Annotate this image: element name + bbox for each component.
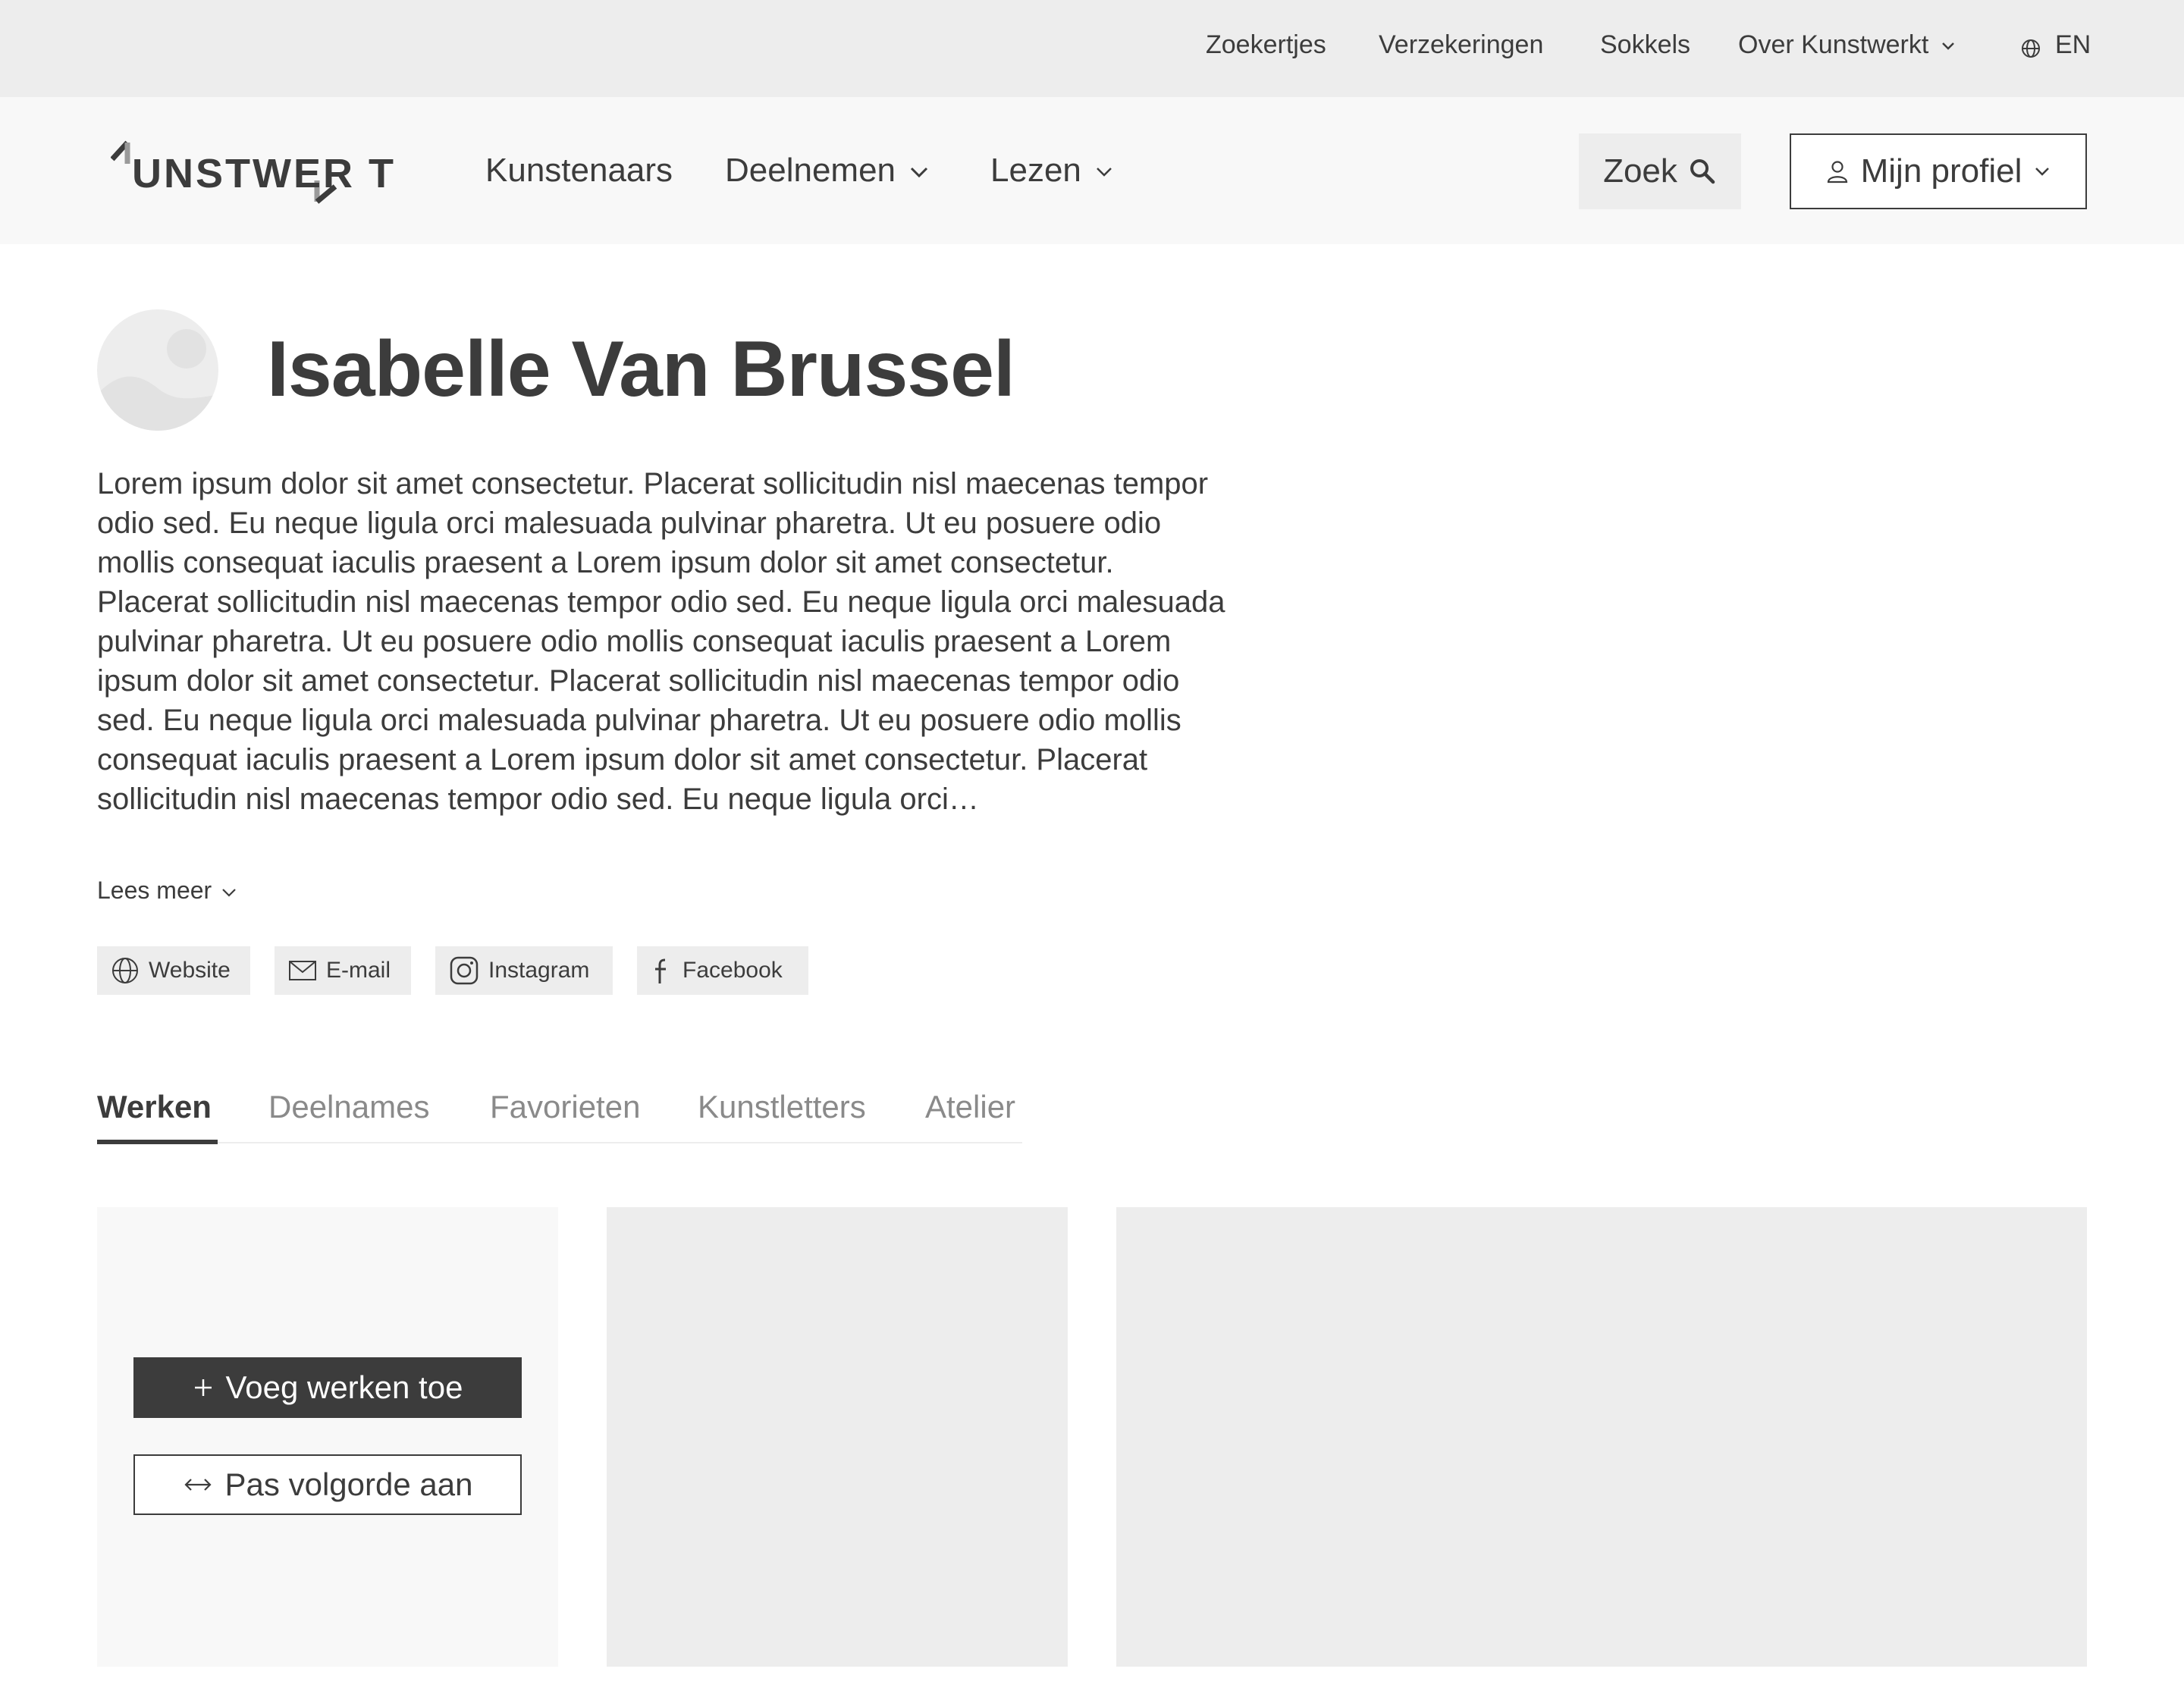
tab-werken[interactable]: Werken — [97, 1089, 212, 1125]
reorder-button[interactable]: Pas volgorde aan — [133, 1454, 522, 1515]
read-more-label: Lees meer — [97, 877, 212, 904]
tab-atelier[interactable]: Atelier — [925, 1089, 1015, 1125]
nav-deelnemen[interactable]: Deelnemen — [725, 152, 929, 190]
social-website-button[interactable]: Website — [97, 946, 250, 995]
social-instagram-label: Instagram — [488, 958, 590, 983]
topbar-link-zoekertjes[interactable]: Zoekertjes — [1206, 30, 1326, 60]
nav-lezen-label: Lezen — [990, 152, 1081, 189]
add-works-button[interactable]: Voeg werken toe — [133, 1357, 522, 1418]
social-facebook-label: Facebook — [682, 958, 783, 983]
profile-button[interactable]: Mijn profiel — [1790, 133, 2087, 209]
artwork-placeholder[interactable] — [607, 1207, 1068, 1667]
add-works-label: Voeg werken toe — [225, 1369, 463, 1405]
search-button[interactable]: Zoek — [1579, 133, 1741, 209]
chevron-down-icon — [1942, 42, 1955, 50]
nav-lezen[interactable]: Lezen — [990, 152, 1113, 190]
artist-bio: Lorem ipsum dolor sit amet consectetur. … — [97, 467, 1225, 816]
user-icon — [1827, 161, 1847, 184]
facebook-icon — [655, 958, 666, 983]
search-icon — [1690, 159, 1715, 184]
nav-kunstenaars[interactable]: Kunstenaars — [485, 152, 673, 190]
chevron-down-icon — [2035, 168, 2050, 176]
tabs-divider — [97, 1142, 1022, 1143]
topbar-link-sokkels[interactable]: Sokkels — [1600, 30, 1690, 60]
social-instagram-button[interactable]: Instagram — [435, 946, 613, 995]
social-email-button[interactable]: E-mail — [275, 946, 411, 995]
logo[interactable]: UNSTWER T — [111, 133, 394, 209]
artwork-placeholder[interactable] — [1116, 1207, 2087, 1667]
topbar-link-over-kunstwerkt-label: Over Kunstwerkt — [1738, 30, 1929, 59]
topbar-link-verzekeringen[interactable]: Verzekeringen — [1379, 30, 1543, 60]
reorder-label: Pas volgorde aan — [224, 1466, 473, 1502]
globe-icon — [2022, 39, 2040, 58]
utility-bar: Zoekertjes Verzekeringen Sokkels Over Ku… — [0, 0, 2184, 97]
image-placeholder-icon — [97, 329, 218, 431]
logo-text: UNSTWER T — [132, 151, 396, 196]
social-email-label: E-mail — [326, 958, 391, 983]
topbar-link-over-kunstwerkt[interactable]: Over Kunstwerkt — [1738, 30, 1956, 60]
tab-favorieten[interactable]: Favorieten — [490, 1089, 640, 1125]
add-works-card — [97, 1207, 558, 1667]
plus-icon — [194, 1379, 212, 1396]
nav-deelnemen-label: Deelnemen — [725, 152, 896, 189]
profile-button-label: Mijn profiel — [1860, 152, 2022, 190]
language-switch[interactable]: EN — [2055, 30, 2091, 60]
social-website-label: Website — [149, 958, 231, 983]
main-header: UNSTWER T Kunstenaars Deelnemen Lezen Zo… — [0, 97, 2184, 244]
search-button-label: Zoek — [1603, 152, 1677, 190]
mail-icon — [289, 961, 316, 980]
read-more-link[interactable]: Lees meer — [97, 877, 237, 905]
artist-name: Isabelle Van Brussel — [267, 325, 1015, 413]
social-facebook-button[interactable]: Facebook — [637, 946, 808, 995]
chevron-down-icon — [1097, 168, 1112, 177]
instagram-icon — [450, 956, 479, 985]
chevron-down-icon — [222, 888, 236, 897]
chevron-down-icon — [910, 168, 928, 178]
active-tab-indicator — [97, 1140, 218, 1144]
avatar — [97, 309, 218, 431]
globe-icon — [112, 958, 138, 983]
tab-kunstletters[interactable]: Kunstletters — [698, 1089, 866, 1125]
tab-deelnames[interactable]: Deelnames — [268, 1089, 429, 1125]
arrows-horizontal-icon — [184, 1479, 212, 1491]
